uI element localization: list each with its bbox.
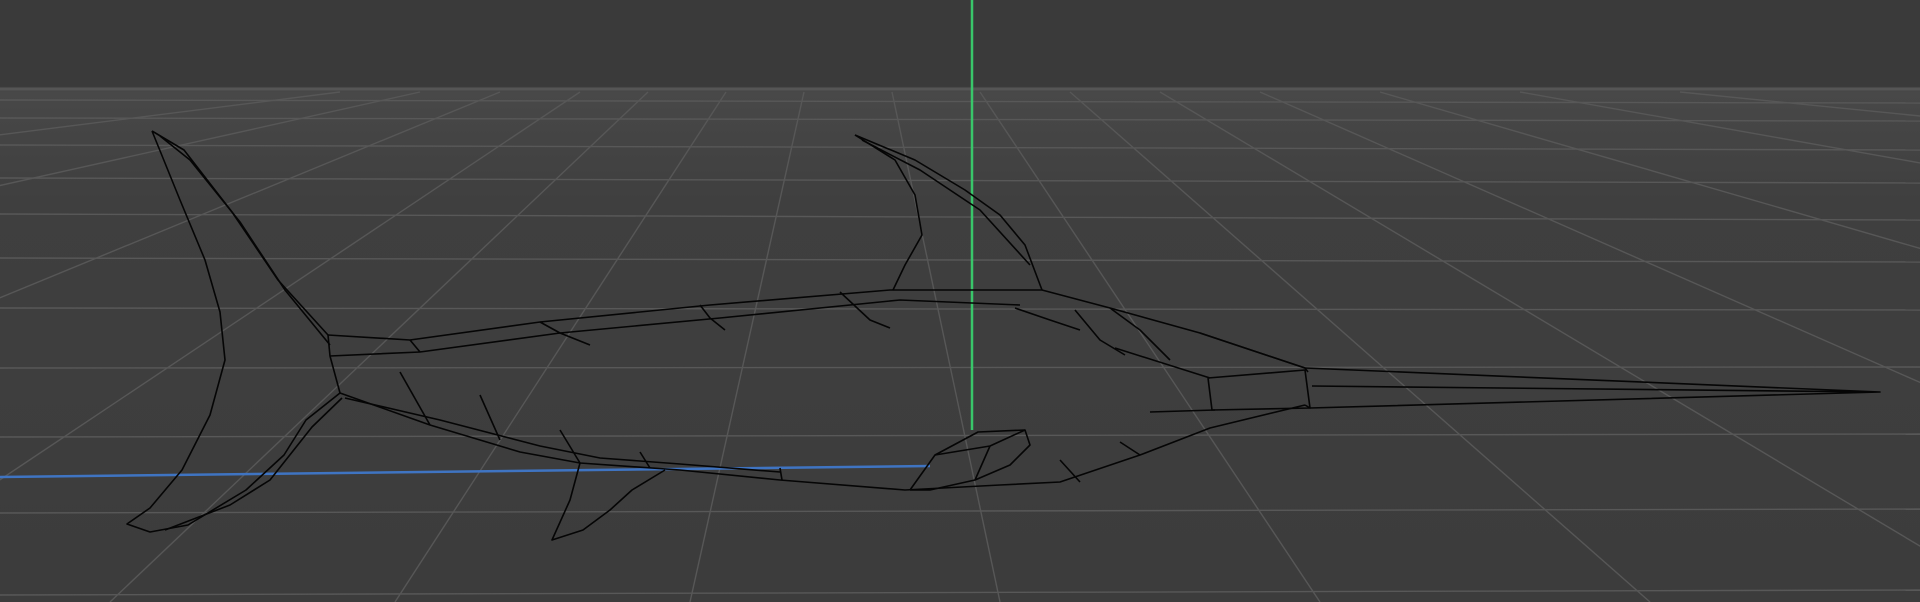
head-upper bbox=[1199, 332, 1309, 373]
floor-grid bbox=[0, 87, 1920, 602]
tail-fin-inner-lower bbox=[164, 397, 343, 531]
head-section bbox=[1207, 369, 1311, 411]
3d-viewport[interactable] bbox=[0, 0, 1920, 602]
pectoral-fin-inner bbox=[934, 429, 1026, 481]
body-segment-lines bbox=[399, 291, 1171, 483]
pelvic-fin bbox=[551, 462, 666, 541]
x-axis-line bbox=[0, 464, 931, 479]
grid-horizontal-lines bbox=[0, 99, 1920, 596]
dorsal-fin bbox=[854, 134, 1043, 291]
grid-radial-lines bbox=[0, 91, 1920, 602]
marlin-mesh[interactable] bbox=[126, 130, 1881, 541]
tail-fin-inner bbox=[159, 135, 331, 346]
head-cross-2 bbox=[1149, 409, 1216, 413]
viewport-scene bbox=[0, 0, 1920, 602]
mesh-top-outline bbox=[327, 289, 1306, 369]
dorsal-fin-inner bbox=[861, 139, 1031, 266]
tail-fin bbox=[126, 130, 341, 533]
